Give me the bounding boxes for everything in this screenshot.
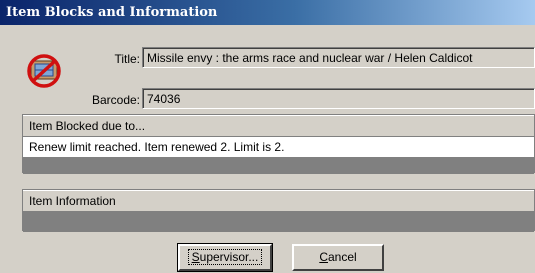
list-empty-area [23,158,534,174]
item-information-header: Item Information [23,190,534,212]
cancel-button[interactable]: Cancel [292,244,384,271]
barcode-field: 74036 [142,88,535,109]
blocked-reasons-header: Item Blocked due to... [23,115,534,137]
blocked-reasons-list: Item Blocked due to... Renew limit reach… [22,114,535,174]
cancel-button-label: Cancel [319,250,357,264]
title-label: Title: [114,52,140,66]
supervisor-button[interactable]: Supervisor... [177,243,273,272]
barcode-label: Barcode: [91,93,140,107]
item-information-list: Item Information [22,189,535,232]
list-item[interactable]: Renew limit reached. Item renewed 2. Lim… [23,137,534,158]
dialog-title: Item Blocks and Information [6,5,218,20]
list-empty-area [23,212,534,232]
title-field: Missile envy : the arms race and nuclear… [142,47,535,68]
item-blocks-dialog: Item Blocks and Information Title: Missi… [0,0,535,273]
dialog-title-bar: Item Blocks and Information [0,0,535,25]
supervisor-button-label: Supervisor... [187,249,263,265]
blocked-item-icon [27,54,61,88]
